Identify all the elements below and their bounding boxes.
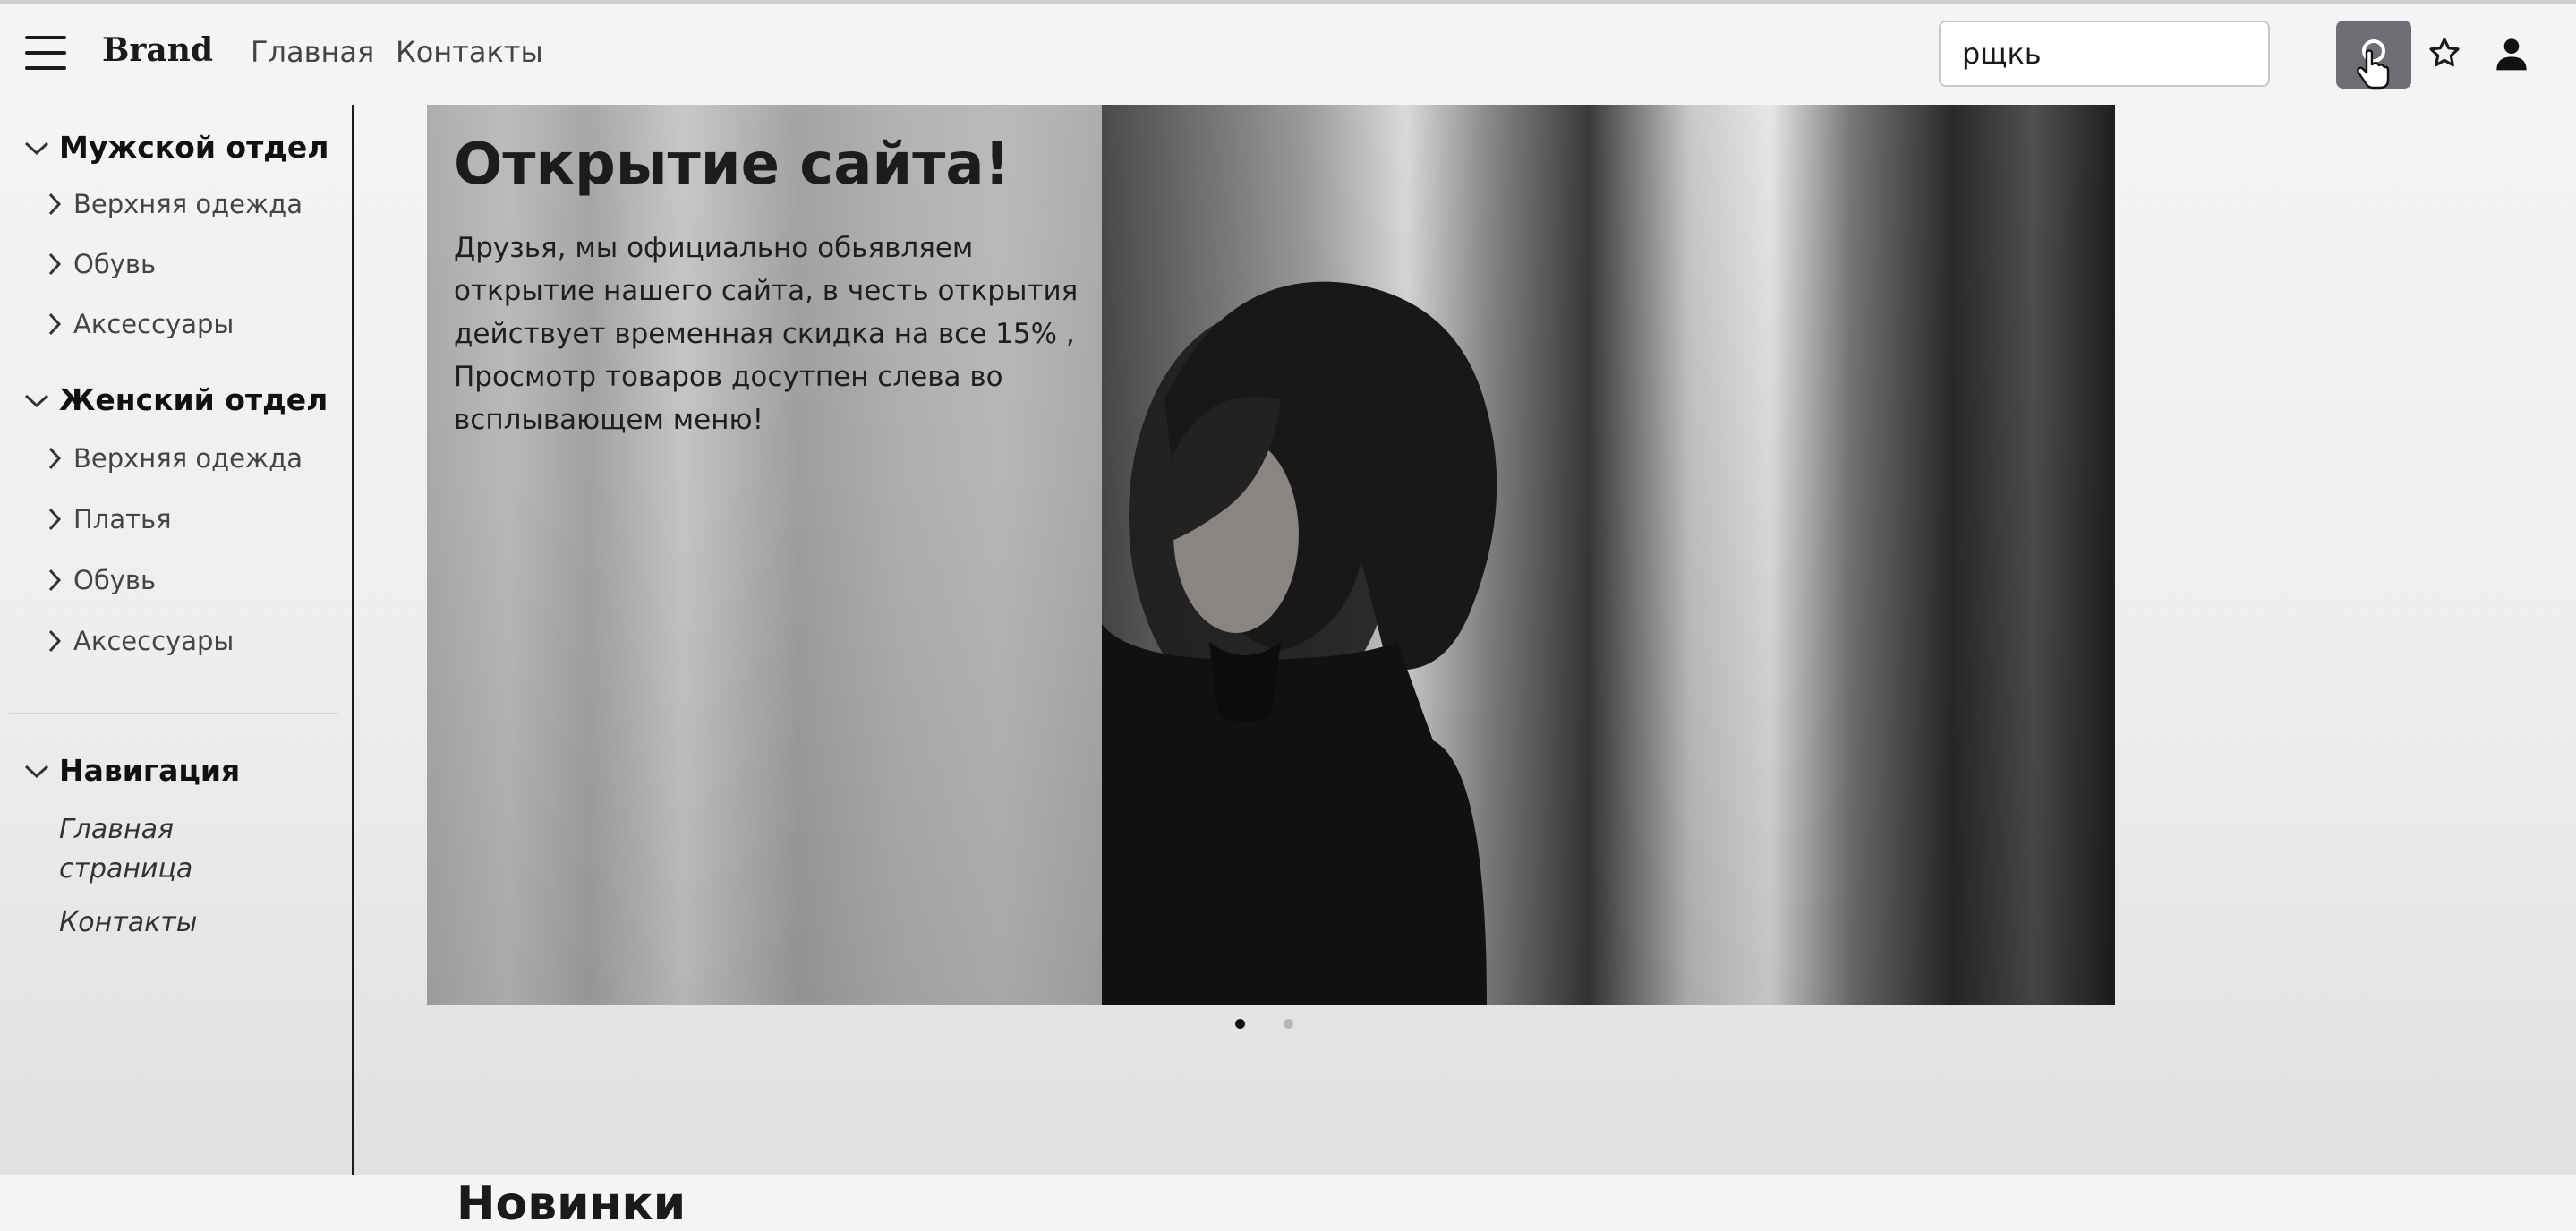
chevron-right-icon bbox=[48, 568, 62, 592]
hero-carousel[interactable]: Открытие сайта! Друзья, мы официально об… bbox=[427, 105, 2115, 1005]
slide-text: Друзья, мы официально обьявляем открытие… bbox=[454, 232, 1079, 436]
section-women-header[interactable]: Женский отдел bbox=[23, 382, 328, 417]
sidebar-border bbox=[352, 105, 354, 1175]
sidebar-link-contacts[interactable]: Контакты bbox=[59, 903, 220, 943]
sidebar-item-label: Обувь bbox=[73, 249, 157, 279]
sidebar-item-men-outerwear[interactable]: Верхняя одежда bbox=[47, 189, 303, 219]
slide-title: Открытие сайта! bbox=[454, 132, 1011, 198]
user-icon[interactable] bbox=[2494, 36, 2529, 72]
chevron-right-icon bbox=[48, 508, 62, 531]
brand-logo[interactable]: Brand bbox=[102, 31, 213, 69]
section-men-header[interactable]: Мужской отдел bbox=[23, 130, 328, 165]
sidebar-item-label: Аксессуары bbox=[73, 626, 235, 656]
sidebar-item-label: Верхняя одежда bbox=[73, 443, 303, 474]
sidebar-item-women-shoes[interactable]: Обувь bbox=[47, 565, 156, 595]
sidebar-item-label: Аксессуары bbox=[73, 309, 235, 339]
top-navbar: Brand Главная Контакты bbox=[0, 4, 2576, 102]
sidebar-item-label: Платья bbox=[73, 504, 172, 534]
sidebar-divider bbox=[9, 713, 338, 714]
sidebar-item-women-dresses[interactable]: Платья bbox=[47, 504, 172, 534]
sidebar: Мужской отдел Верхняя одежда Обувь Аксес… bbox=[0, 105, 353, 1175]
sidebar-item-women-outerwear[interactable]: Верхняя одежда bbox=[47, 443, 303, 474]
chevron-right-icon bbox=[48, 447, 62, 470]
woman-portrait-image bbox=[1102, 281, 1497, 1005]
sidebar-item-men-shoes[interactable]: Обувь bbox=[47, 249, 156, 279]
section-men-title: Мужской отдел bbox=[59, 130, 329, 165]
chevron-right-icon bbox=[48, 629, 62, 653]
chevron-right-icon bbox=[48, 192, 62, 216]
sidebar-item-women-accessories[interactable]: Аксессуары bbox=[47, 626, 234, 656]
sidebar-item-men-accessories[interactable]: Аксессуары bbox=[47, 309, 234, 339]
nav-link-home[interactable]: Главная bbox=[251, 35, 374, 69]
chevron-right-icon bbox=[48, 252, 62, 276]
hamburger-menu-icon[interactable] bbox=[25, 36, 66, 70]
chevron-down-icon bbox=[24, 141, 49, 155]
section-women-title: Женский отдел bbox=[59, 382, 328, 417]
chevron-down-icon bbox=[24, 394, 49, 407]
carousel-indicator-1[interactable] bbox=[1235, 1019, 1245, 1029]
chevron-right-icon bbox=[48, 312, 62, 336]
sidebar-link-home-page[interactable]: Главная страница bbox=[59, 810, 220, 889]
section-title-new-arrivals: Новинки bbox=[456, 1177, 687, 1231]
carousel-indicator-2[interactable] bbox=[1284, 1019, 1293, 1029]
chevron-down-icon bbox=[24, 765, 49, 778]
section-navigation-header[interactable]: Навигация bbox=[23, 753, 240, 788]
sidebar-item-label: Верхняя одежда bbox=[73, 189, 303, 219]
search-input[interactable] bbox=[1939, 21, 2270, 87]
hand-cursor-icon bbox=[2357, 49, 2390, 90]
nav-link-contacts[interactable]: Контакты bbox=[396, 35, 543, 69]
section-navigation-title: Навигация bbox=[59, 753, 241, 788]
sidebar-item-label: Обувь bbox=[73, 565, 157, 595]
star-icon[interactable] bbox=[2427, 36, 2461, 70]
